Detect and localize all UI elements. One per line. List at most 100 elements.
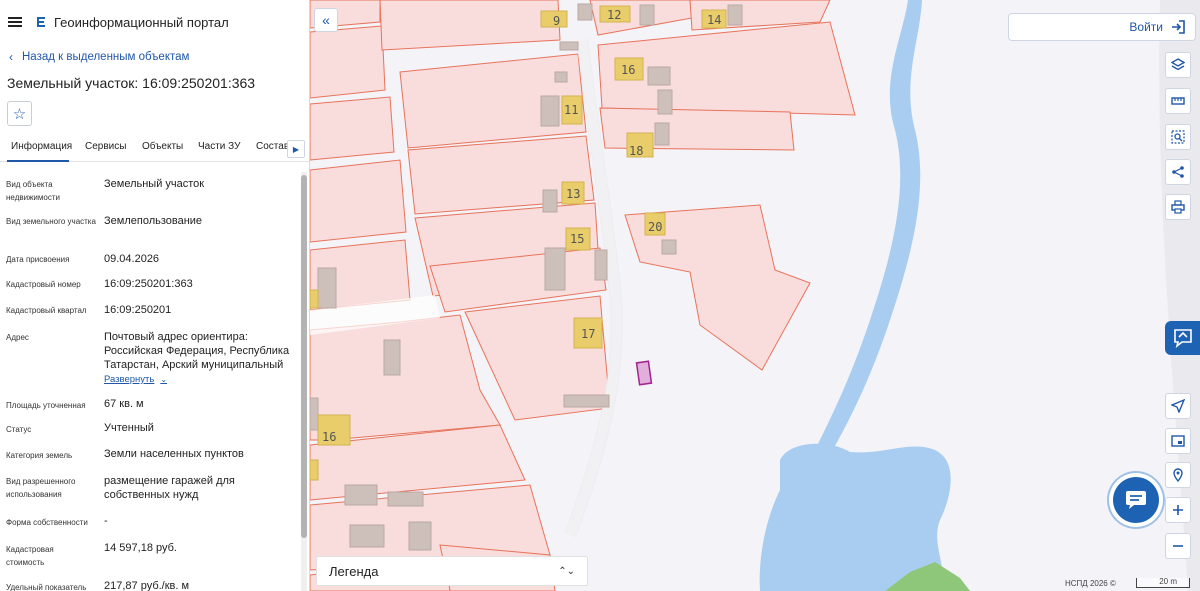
top-bar: Геоинформационный портал	[0, 0, 309, 44]
legend-panel[interactable]: Легенда ⌃⌄	[316, 556, 588, 586]
expand-collapse-icon: ⌃⌄	[558, 565, 575, 577]
chat-bubble-icon	[1126, 491, 1146, 509]
favorite-button[interactable]: ☆	[7, 101, 32, 126]
login-button[interactable]: Войти	[1008, 13, 1196, 41]
double-chevron-left-icon: «	[322, 12, 330, 28]
map-layer: 9 12 14 16 11 18 13 20 15 17 16	[310, 0, 1200, 591]
measure-button[interactable]	[1165, 88, 1191, 114]
portal-logo-icon	[37, 17, 45, 27]
minus-icon	[1173, 545, 1183, 547]
login-label: Войти	[1129, 20, 1163, 34]
login-icon	[1172, 20, 1185, 34]
tabs-next-button[interactable]: ▶	[287, 140, 305, 158]
attr-label: Категория земель	[6, 451, 73, 460]
attr-label: Кадастровая стоимость	[6, 545, 54, 567]
house-number: 18	[629, 144, 643, 158]
attr-value: размещение гаражей для собственных нужд	[104, 475, 235, 501]
building	[317, 267, 337, 309]
ruler-icon	[1171, 97, 1185, 105]
building	[727, 4, 743, 26]
tab-information[interactable]: Информация	[11, 141, 72, 152]
attr-label: Адрес	[6, 333, 29, 342]
back-link-label: Назад к выделенным объектам	[22, 51, 190, 63]
map-canvas[interactable]: 9 12 14 16 11 18 13 20 15 17 16	[310, 0, 1200, 591]
tab-objects[interactable]: Объекты	[142, 141, 183, 152]
zoom-in-button[interactable]	[1165, 497, 1191, 523]
share-button[interactable]	[1165, 159, 1191, 185]
basemap-button[interactable]	[1165, 428, 1191, 454]
house	[310, 459, 319, 481]
parcel	[310, 96, 395, 161]
attr-value: 67 кв. м	[104, 398, 144, 410]
active-tab-indicator	[7, 160, 69, 162]
building	[383, 339, 401, 376]
house-number: 9	[553, 14, 560, 28]
selected-parcel	[635, 360, 653, 386]
house-number: 11	[564, 103, 578, 117]
share-icon	[1172, 166, 1184, 178]
house-number: 17	[581, 327, 595, 341]
house-number: 15	[570, 232, 584, 246]
panel-scrollbar[interactable]	[301, 172, 307, 591]
attr-label: Вид земельного участка	[6, 217, 96, 226]
building	[310, 397, 319, 431]
collapse-panel-button[interactable]: «	[314, 8, 338, 32]
building	[540, 95, 560, 127]
attr-value: 16:09:250201	[104, 304, 172, 316]
print-button[interactable]	[1165, 194, 1191, 220]
print-icon	[1171, 200, 1185, 214]
tab-parcel-parts[interactable]: Части ЗУ	[198, 141, 240, 152]
plus-icon	[1173, 505, 1183, 515]
attr-value: Учтенный	[104, 422, 154, 434]
building	[661, 239, 677, 255]
menu-icon[interactable]	[8, 17, 22, 27]
attr-label: Дата присвоения	[6, 255, 70, 264]
building	[559, 41, 579, 51]
attr-label: Вид объекта недвижимости	[6, 180, 60, 202]
area-search-button[interactable]	[1165, 124, 1191, 150]
chat-button[interactable]	[1113, 477, 1159, 523]
building	[387, 491, 424, 507]
zoom-out-button[interactable]	[1165, 533, 1191, 559]
layers-button[interactable]	[1165, 52, 1191, 78]
scrollbar-thumb[interactable]	[301, 175, 307, 538]
house	[310, 289, 319, 309]
assistant-icon	[1173, 329, 1192, 348]
expand-address-link[interactable]: Развернуть ⌄	[104, 374, 167, 385]
building	[344, 484, 378, 506]
location-pin-icon	[1173, 468, 1183, 482]
house-number: 14	[707, 13, 721, 27]
attr-label: Форма собственности	[6, 518, 88, 527]
attr-value: Землепользование	[104, 215, 203, 227]
parcel	[310, 159, 407, 243]
building	[647, 66, 671, 86]
tab-composition[interactable]: Состав	[256, 141, 289, 152]
locate-button[interactable]	[1165, 393, 1191, 419]
area-search-icon	[1171, 130, 1185, 144]
attr-value: 09.04.2026	[104, 253, 160, 265]
chevron-left-icon: ‹	[9, 50, 13, 64]
side-panel-tab[interactable]	[1165, 321, 1200, 355]
info-tabs: Информация Сервисы Объекты Части ЗУ Сост…	[0, 138, 309, 162]
attr-label: Удельный показатель	[6, 583, 87, 591]
tab-services[interactable]: Сервисы	[85, 141, 126, 152]
attr-label: Вид разрешенного использования	[6, 477, 76, 499]
attr-value: Почтовый адрес ориентира: Российская Фед…	[104, 331, 290, 371]
geolocation-button[interactable]	[1165, 462, 1191, 488]
building	[349, 524, 385, 548]
object-title: Земельный участок: 16:09:250201:363	[7, 75, 256, 91]
house-number: 16	[322, 430, 336, 444]
building	[542, 189, 558, 213]
building	[639, 4, 655, 26]
scale-bar: 20 m	[1136, 578, 1190, 588]
building	[654, 122, 670, 146]
attr-value: -	[104, 515, 108, 527]
building	[657, 89, 673, 115]
house-number: 20	[648, 220, 662, 234]
house-number: 16	[621, 63, 635, 77]
back-link[interactable]: ‹ Назад к выделенным объектам	[9, 50, 189, 64]
house-number: 12	[607, 8, 621, 22]
building	[554, 71, 568, 83]
expand-label: Развернуть	[104, 374, 155, 385]
building	[544, 247, 566, 291]
